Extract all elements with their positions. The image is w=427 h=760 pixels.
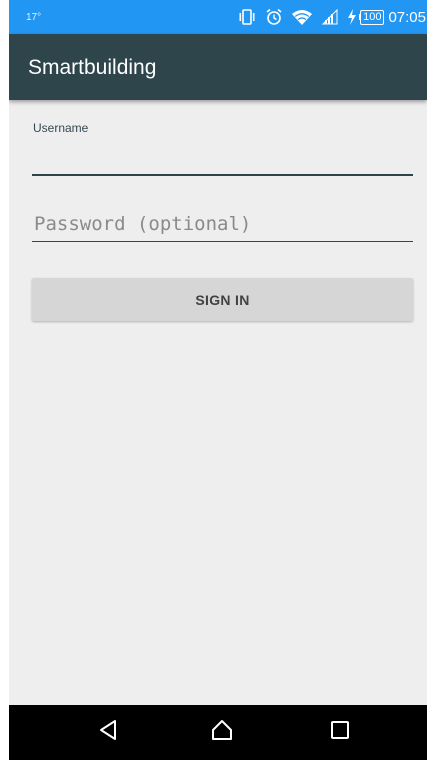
password-input[interactable] [32, 207, 413, 242]
back-icon [98, 719, 118, 746]
recents-button[interactable] [305, 705, 375, 760]
app-screen: 17° 100 07:05 Smartbuilding Username SIG… [9, 0, 427, 760]
navigation-bar [9, 705, 427, 760]
signal-icon [321, 9, 339, 25]
app-bar: Smartbuilding [9, 34, 427, 100]
username-label: Username [33, 121, 89, 135]
status-icons: 100 07:05 [237, 0, 427, 34]
home-button[interactable] [187, 705, 257, 760]
battery-level: 100 [360, 9, 385, 25]
home-icon [211, 719, 233, 746]
recents-icon [330, 720, 350, 745]
vibrate-icon [237, 9, 257, 25]
username-input[interactable] [32, 140, 413, 176]
status-time: 07:05 [388, 8, 426, 26]
back-button[interactable] [73, 705, 143, 760]
status-temperature: 17° [26, 12, 42, 23]
app-title: Smartbuilding [28, 56, 157, 79]
status-bar: 17° 100 07:05 [9, 0, 427, 34]
alarm-icon [265, 8, 283, 26]
battery-icon: 100 [359, 9, 385, 25]
sign-in-button[interactable]: SIGN IN [32, 278, 413, 321]
wifi-icon [291, 8, 313, 26]
charging-icon [347, 9, 357, 25]
